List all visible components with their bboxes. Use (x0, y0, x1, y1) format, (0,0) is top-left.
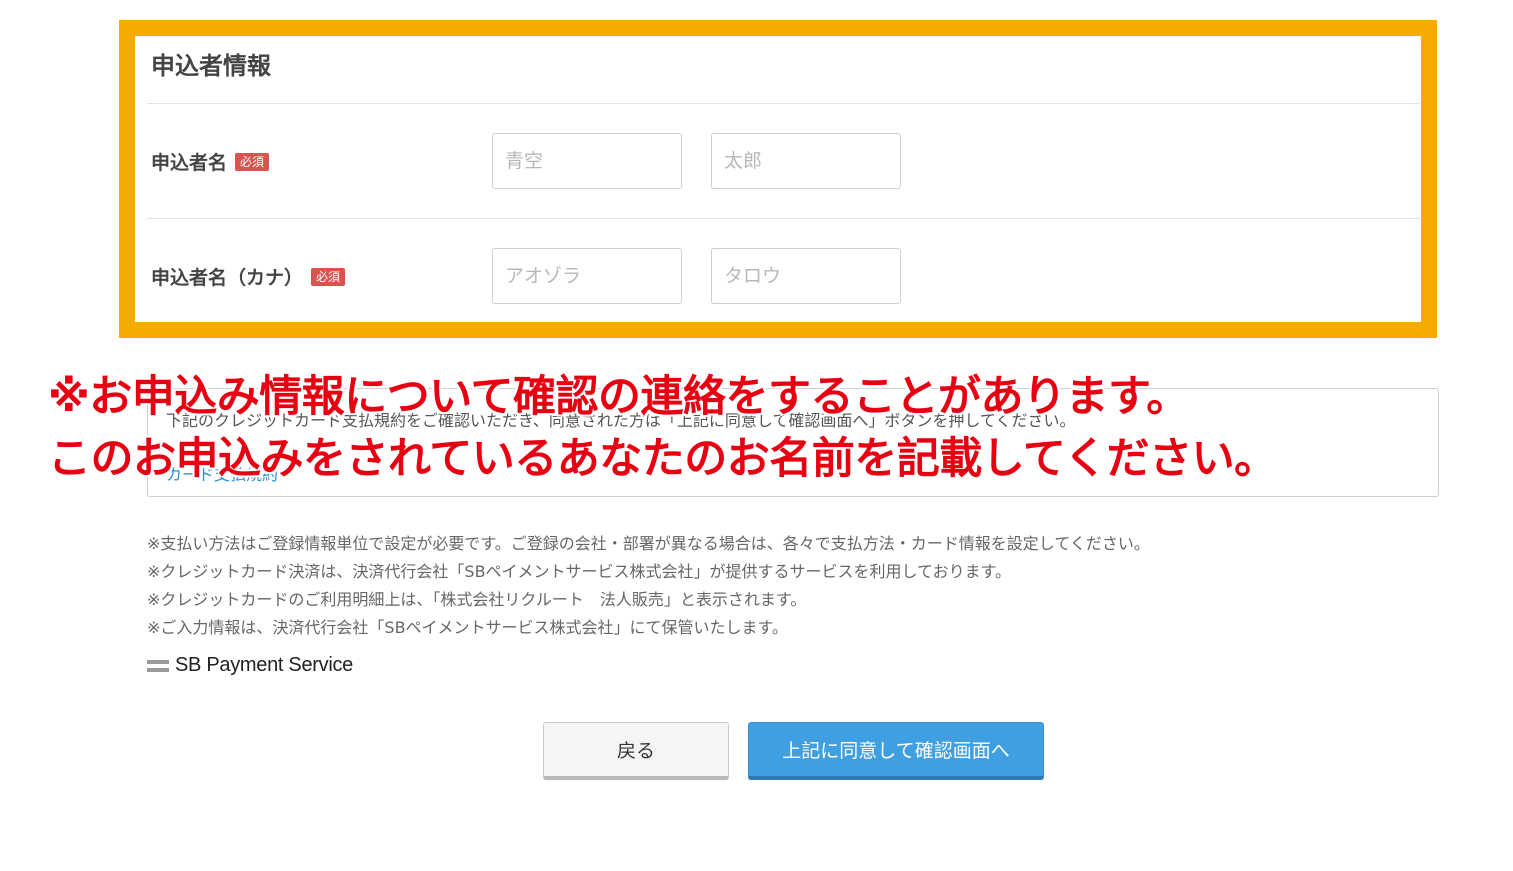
logo-text: SB Payment Service (175, 654, 354, 676)
agree-and-confirm-button[interactable]: 上記に同意して確認画面へ (748, 722, 1044, 780)
overlay-annotation-line-2: このお申込みをされているあなたのお名前を記載してください。 (48, 434, 1277, 484)
sbps-logo-icon (147, 659, 169, 672)
back-button[interactable]: 戻る (543, 722, 729, 780)
payment-notes: ※支払い方法はご登録情報単位で設定が必要です。ご登録の会社・部署が異なる場合は、… (147, 530, 1150, 642)
highlight-frame (119, 20, 1437, 338)
note-item: ※クレジットカードのご利用明細上は、「株式会社リクルート 法人販売」と表示されま… (147, 590, 807, 609)
note-item: ※ご入力情報は、決済代行会社「SBペイメントサービス株式会社」にて保管いたします… (147, 618, 788, 637)
note-item: ※支払い方法はご登録情報単位で設定が必要です。ご登録の会社・部署が異なる場合は、… (147, 534, 1150, 553)
overlay-annotation-line-1: ※お申込み情報について確認の連絡をすることがあります。 (48, 372, 1189, 422)
sb-payment-service-logo: SB Payment Service (147, 654, 353, 677)
note-item: ※クレジットカード決済は、決済代行会社「SBペイメントサービス株式会社」が提供す… (147, 562, 1011, 581)
